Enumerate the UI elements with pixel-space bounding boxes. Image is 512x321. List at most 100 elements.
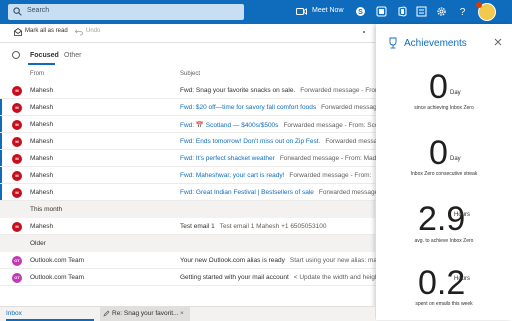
sender-avatar: M	[12, 86, 22, 96]
sender-avatar: M	[12, 188, 22, 198]
bottom-tabs: Inbox Re: Snag your favorit... ×	[0, 306, 375, 321]
stat-value: 2.9	[418, 200, 466, 238]
message-row[interactable]: OT Outlook.com Team Getting started with y…	[0, 269, 380, 286]
teams-icon[interactable]	[376, 6, 387, 17]
gear-icon[interactable]	[436, 6, 447, 17]
sender-avatar: M	[12, 222, 22, 232]
search-input[interactable]: Search	[27, 7, 49, 14]
message-row[interactable]: M Mahesh Test email 1 Test email 1 Mahesh +…	[0, 218, 375, 235]
message-preview: < Update the width and height	[293, 274, 381, 281]
notification-badge	[476, 2, 482, 8]
message-subject-line: Fwd: Ends tomorrow! Don't miss out on Zi…	[180, 138, 407, 145]
stat-value: 0	[429, 134, 448, 172]
stat-unit: Hours	[454, 276, 471, 282]
select-all-checkbox[interactable]	[12, 51, 20, 59]
skype-icon[interactable]: S	[355, 6, 366, 17]
inbox-tab[interactable]: Inbox	[6, 307, 94, 321]
office-icon[interactable]	[397, 6, 408, 17]
panel-title: Achievements	[404, 38, 467, 49]
help-icon[interactable]: ?	[457, 6, 468, 17]
message-row[interactable]: OT Outlook.com Team Your new Outlook.com a…	[0, 252, 387, 269]
column-subject[interactable]: Subject	[180, 71, 200, 77]
meet-now-button[interactable]: Meet Now	[312, 7, 344, 14]
mark-all-read-button[interactable]: Mark all as read	[25, 28, 68, 34]
stat-unit: Hours	[454, 212, 471, 218]
avatar[interactable]	[476, 2, 496, 21]
sender-avatar: M	[12, 154, 22, 164]
message-subject: Fwd: Great Indian Festival | Bestsellers…	[180, 189, 314, 196]
sender-avatar: OT	[12, 273, 22, 283]
unread-indicator	[0, 99, 2, 115]
sender-avatar: M	[12, 171, 22, 181]
message-subject-line: Fwd: Maheshwar, your cart is ready! Forwa…	[180, 172, 371, 179]
message-subject: Fwd: It's perfect shacket weather	[180, 155, 275, 162]
envelope-open-icon	[14, 28, 22, 36]
sender-avatar: M	[12, 120, 22, 130]
sender-avatar: OT	[12, 256, 22, 266]
sender-name: Mahesh	[30, 104, 54, 111]
sender-name: Mahesh	[30, 223, 54, 230]
message-row[interactable]: M Mahesh Fwd: It's perfect shacket weather…	[0, 150, 385, 167]
close-draft-icon[interactable]: ×	[180, 307, 184, 321]
sender-avatar: M	[12, 103, 22, 113]
sender-name: Mahesh	[30, 189, 54, 196]
message-row[interactable]: M Mahesh Fwd: $20 off—time for savory fall…	[0, 99, 403, 116]
message-subject: Fwd: Maheshwar, your cart is ready!	[180, 172, 285, 179]
column-from[interactable]: From	[30, 71, 44, 77]
stat-value: 0.2	[418, 264, 466, 302]
tab-indicator	[28, 63, 55, 65]
message-subject: Fwd: Snag your favorite snacks on sale.	[180, 87, 296, 94]
sender-name: Mahesh	[30, 87, 54, 94]
column-header: From Subject	[0, 70, 375, 82]
unread-indicator	[0, 116, 2, 132]
stat-value: 0	[429, 68, 448, 106]
command-bar: Mark all as read Undo	[0, 24, 375, 43]
sender-avatar: M	[12, 137, 22, 147]
section-header: This month	[0, 201, 375, 218]
close-icon[interactable]	[494, 38, 502, 46]
whiteboard-icon[interactable]	[416, 6, 427, 17]
unread-indicator	[0, 133, 2, 149]
pencil-icon	[103, 310, 110, 317]
section-label: This month	[30, 206, 63, 213]
message-row[interactable]: M Mahesh Fwd: Ends tomorrow! Don't miss ou…	[0, 133, 407, 150]
stat-caption: since achieving Inbox Zero	[414, 105, 474, 111]
more-options-icon[interactable]	[360, 28, 368, 36]
message-subject-line: Fwd: 📅 Scotland — $400s/$500s Forwarded m…	[180, 121, 387, 129]
stat-caption: avg. to achieve Inbox Zero	[414, 238, 474, 244]
sender-name: Mahesh	[30, 121, 54, 128]
unread-indicator	[0, 167, 2, 183]
message-subject-line: Your new Outlook.com alias is ready Start…	[180, 257, 387, 264]
sender-name: Mahesh	[30, 155, 54, 162]
draft-tab[interactable]: Re: Snag your favorit... ×	[100, 307, 190, 321]
unread-indicator	[0, 150, 2, 166]
stat-unit: Day	[450, 156, 461, 162]
inbox-tabs: Focused Other	[0, 45, 375, 65]
video-camera-icon[interactable]	[296, 7, 307, 16]
message-subject: Fwd: 📅 Scotland — $400s/$500s	[180, 122, 279, 129]
draft-label: Re: Snag your favorit...	[112, 310, 179, 317]
top-bar: Search Meet Now S ?	[0, 0, 512, 24]
svg-text:S: S	[358, 9, 363, 16]
unread-indicator	[0, 184, 2, 200]
message-subject-line: Getting started with your mail account < …	[180, 274, 380, 281]
message-preview: Forwarded message - From: Madew	[279, 155, 385, 162]
search-box[interactable]: Search	[8, 4, 244, 20]
message-row[interactable]: M Mahesh Fwd: Snag your favorite snacks on…	[0, 82, 389, 99]
section-header: Older	[0, 235, 375, 252]
message-preview: Test email 1 Mahesh +1 6505053100	[219, 223, 327, 230]
search-icon	[13, 7, 22, 16]
undo-button[interactable]: Undo	[86, 28, 100, 34]
message-subject: Test email 1	[180, 223, 215, 230]
message-subject-line: Test email 1 Test email 1 Mahesh +1 65050…	[180, 223, 326, 230]
message-subject-line: Fwd: Snag your favorite snacks on sale. F…	[180, 87, 389, 94]
message-preview: Forwarded message - From: Scott's	[283, 122, 387, 129]
tab-focused[interactable]: Focused	[30, 52, 59, 59]
trophy-icon	[389, 37, 397, 49]
tab-other[interactable]: Other	[64, 52, 82, 59]
message-row[interactable]: M Mahesh Fwd: 📅 Scotland — $400s/$500s Forw…	[0, 116, 387, 133]
message-preview: Start using your new alias: mahes	[289, 257, 388, 264]
stat-unit: Day	[450, 90, 461, 96]
message-row[interactable]: M Mahesh Fwd: Great Indian Festival | Best…	[0, 184, 401, 201]
message-row[interactable]: M Mahesh Fwd: Maheshwar, your cart is read…	[0, 167, 375, 184]
